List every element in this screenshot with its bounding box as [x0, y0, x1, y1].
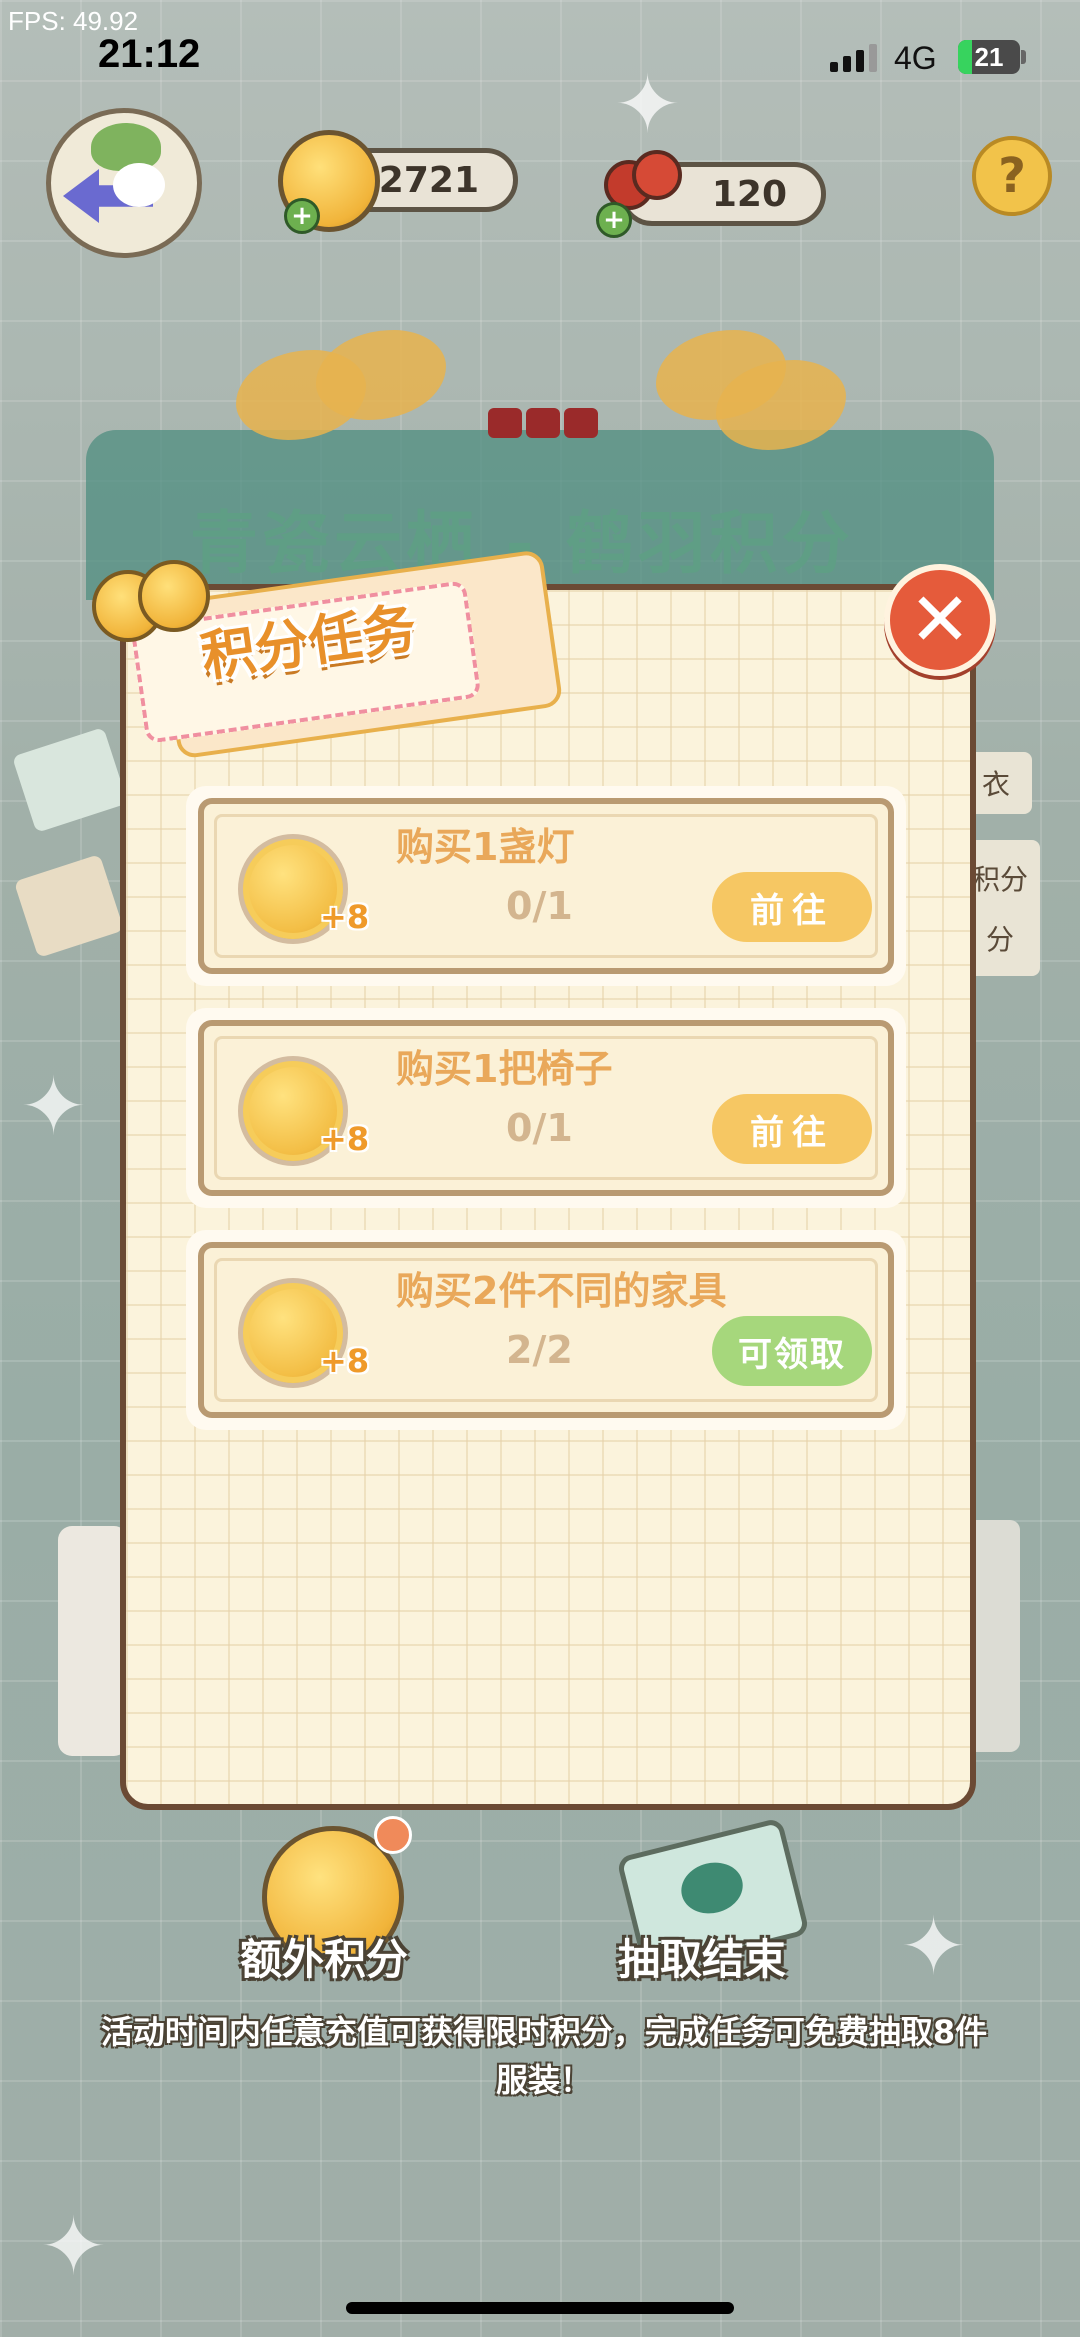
task-name: 购买2件不同的家具 [396, 1269, 727, 1313]
help-button[interactable]: ? [972, 136, 1052, 216]
task-reward: +8 [320, 1120, 370, 1158]
notification-dot [374, 1816, 412, 1854]
side-tab-points-sublabel: 分 [985, 923, 1014, 956]
sparkle-icon: ✦ [900, 1900, 968, 1993]
claim-button[interactable]: 可领取 [712, 1316, 872, 1386]
task-row: +8 购买2件不同的家具 2/2 可领取 [186, 1230, 906, 1430]
task-row: +8 购买1盏灯 0/1 前往 [186, 786, 906, 986]
go-button[interactable]: 前往 [712, 872, 872, 942]
battery-cap [1021, 50, 1026, 64]
task-reward: +8 [320, 1342, 370, 1380]
back-button[interactable] [46, 108, 202, 258]
task-name: 购买1盏灯 [396, 825, 575, 869]
mascot-icon [113, 163, 165, 207]
task-row: +8 购买1把椅子 0/1 前往 [186, 1008, 906, 1208]
leaf-icon [91, 123, 161, 171]
sparkle-icon: ✦ [40, 2200, 108, 2293]
add-cherries-button[interactable]: + [596, 202, 632, 238]
task-progress: 0/1 [506, 1106, 573, 1150]
add-coins-button[interactable]: + [284, 198, 320, 234]
signal-icon [830, 44, 877, 72]
left-panel-edge [58, 1526, 128, 1756]
side-tab-outfit-label: 衣 [981, 768, 1010, 801]
cherry-amount: 120 [711, 173, 787, 215]
home-indicator[interactable] [346, 2302, 734, 2314]
status-bar: FPS: 49.92 21:12 4G 21 [0, 0, 1080, 80]
side-tab-points-label: 积分 [971, 863, 1028, 896]
event-notice: 活动时间内任意充值可获得限时积分，完成任务可免费抽取8件服装！ [100, 2013, 988, 2099]
coin-amount: 2721 [378, 159, 479, 201]
network-type: 4G [894, 40, 937, 76]
sparkle-icon: ✦ [20, 1060, 88, 1153]
battery-level: 21 [974, 41, 1004, 72]
battery-icon: 21 [958, 40, 1020, 74]
task-progress: 2/2 [506, 1328, 573, 1372]
go-button[interactable]: 前往 [712, 1094, 872, 1164]
frog-icon [675, 1856, 749, 1920]
task-name: 购买1把椅子 [396, 1047, 613, 1091]
banner-beads-decoration [488, 408, 598, 438]
title-coins-icon [86, 558, 210, 648]
task-progress: 0/1 [506, 884, 573, 928]
close-button[interactable]: ✕ [884, 564, 996, 676]
banner-leaves-decoration [236, 330, 846, 470]
draw-end-label[interactable]: 抽取结束 [618, 1926, 786, 1987]
task-reward: +8 [320, 898, 370, 936]
extra-points-label[interactable]: 额外积分 [240, 1926, 408, 1987]
status-time: 21:12 [98, 32, 201, 76]
